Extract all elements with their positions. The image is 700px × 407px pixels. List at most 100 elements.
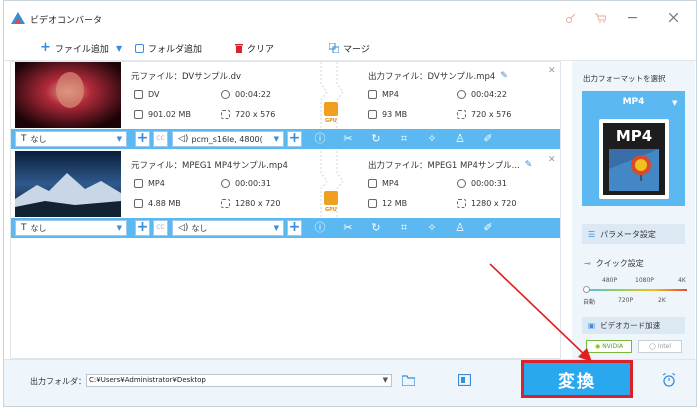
file-size-icon bbox=[368, 199, 377, 208]
add-folder-label: フォルダ追加 bbox=[148, 44, 203, 55]
add-subtitle-button[interactable]: + bbox=[135, 131, 150, 147]
watermark-icon[interactable]: ♙ bbox=[453, 132, 467, 146]
list-item[interactable]: 元ファイル：MPEG1 MP4サンプル.mp4 MP4 00:00:31 4.8… bbox=[11, 151, 560, 219]
cut-icon[interactable]: ✂ bbox=[341, 221, 355, 235]
resolution-icon bbox=[457, 199, 466, 208]
merge-label: マージ bbox=[343, 44, 370, 55]
quality-720p: 720P bbox=[618, 297, 634, 304]
audio-select[interactable]: ◁) pcm_s16le, 4800( ▼ bbox=[172, 131, 284, 147]
effect-icon[interactable]: ✧ bbox=[425, 221, 439, 235]
plus-icon: + bbox=[40, 40, 51, 55]
add-folder-button[interactable]: フォルダ追加 bbox=[135, 41, 202, 55]
source-size: 901.02 MB bbox=[134, 110, 191, 119]
file-size-icon bbox=[134, 110, 143, 119]
remove-item-icon[interactable]: ✕ bbox=[548, 66, 556, 76]
mp4-format-icon: MP4 bbox=[599, 119, 669, 199]
output-folder-label: 出力フォルダ： bbox=[30, 377, 86, 386]
add-file-label: ファイル追加 bbox=[54, 44, 109, 55]
output-duration: 00:00:31 bbox=[457, 179, 507, 188]
merge-button[interactable]: マージ bbox=[329, 41, 370, 55]
edit-icon[interactable]: ✎ bbox=[500, 71, 508, 81]
video-thumbnail[interactable] bbox=[15, 62, 121, 128]
crop-icon[interactable]: ⌗ bbox=[397, 221, 411, 235]
output-resolution: 1280 x 720 bbox=[457, 199, 516, 208]
gpu-label: GPU bbox=[325, 118, 337, 124]
list-item[interactable]: 元ファイル：DVサンプル.dv DV 00:04:22 901.02 MB 72… bbox=[11, 62, 560, 130]
gpu-chip-icon bbox=[324, 102, 338, 116]
edit-icon[interactable]: ✎ bbox=[525, 160, 533, 170]
quality-slider-track[interactable] bbox=[584, 289, 687, 291]
trash-icon bbox=[235, 44, 243, 53]
dropdown-arrow-icon: ▼ bbox=[116, 135, 122, 143]
convert-label: 変換 bbox=[558, 371, 596, 392]
subtitle-select[interactable]: T なし ▼ bbox=[15, 220, 127, 236]
intel-icon: ◯ bbox=[648, 343, 656, 350]
mp4-icon-text: MP4 bbox=[615, 127, 653, 145]
output-format-selector[interactable]: MP4 ▼ MP4 bbox=[582, 91, 685, 206]
cart-icon[interactable] bbox=[595, 13, 606, 23]
remove-item-icon[interactable]: ✕ bbox=[548, 155, 556, 165]
key-icon[interactable] bbox=[566, 13, 576, 23]
quality-1080p: 1080P bbox=[635, 277, 654, 284]
output-duration: 00:04:22 bbox=[457, 90, 507, 99]
video-thumbnail[interactable] bbox=[15, 151, 121, 217]
title-bar: ビデオコンバータ bbox=[4, 1, 696, 35]
output-folder-input[interactable]: C:¥Users¥Administrator¥Desktop ▼ bbox=[86, 374, 392, 387]
add-audio-button[interactable]: + bbox=[287, 220, 302, 236]
add-audio-button[interactable]: + bbox=[287, 131, 302, 147]
clear-button[interactable]: クリア bbox=[235, 41, 274, 55]
cut-icon[interactable]: ✂ bbox=[341, 132, 355, 146]
rotate-icon[interactable]: ↻ bbox=[369, 132, 383, 146]
output-format-title: 出力フォーマットを選択 bbox=[583, 74, 666, 83]
quality-480p: 480P bbox=[602, 277, 618, 284]
source-file-name: 元ファイル：DVサンプル.dv bbox=[131, 72, 242, 82]
subtitle-select[interactable]: T なし ▼ bbox=[15, 131, 127, 147]
edit-subtitle-icon[interactable]: ✐ bbox=[481, 132, 495, 146]
watermark-icon[interactable]: ♙ bbox=[453, 221, 467, 235]
cc-icon[interactable]: CC bbox=[153, 131, 168, 147]
source-resolution: 720 x 576 bbox=[221, 110, 275, 119]
output-format: MP4 bbox=[368, 179, 399, 188]
dropdown-arrow-icon: ▼ bbox=[116, 43, 123, 53]
source-duration: 00:04:22 bbox=[221, 90, 271, 99]
file-control-bar: T なし ▼ + CC ◁) なし ▼ + ⓘ ✂ ↻ ⌗ ✧ ♙ ✐ bbox=[11, 218, 560, 238]
subtitle-icon: T bbox=[21, 223, 27, 233]
clock-icon bbox=[457, 90, 466, 99]
close-icon[interactable] bbox=[669, 13, 678, 22]
source-resolution: 1280 x 720 bbox=[221, 199, 280, 208]
window-title: ビデオコンバータ bbox=[30, 16, 103, 26]
add-subtitle-button[interactable]: + bbox=[135, 220, 150, 236]
cc-icon[interactable]: CC bbox=[153, 220, 168, 236]
effect-icon[interactable]: ✧ bbox=[425, 132, 439, 146]
open-folder-icon[interactable] bbox=[402, 375, 415, 386]
dropdown-arrow-icon[interactable]: ▼ bbox=[383, 375, 388, 386]
add-file-dropdown[interactable]: ▼ bbox=[116, 41, 122, 55]
output-size: 93 MB bbox=[368, 110, 407, 119]
info-icon[interactable]: ⓘ bbox=[313, 132, 327, 146]
folder-settings-icon[interactable] bbox=[458, 374, 471, 386]
file-list: 元ファイル：DVサンプル.dv DV 00:04:22 901.02 MB 72… bbox=[10, 61, 561, 359]
crop-icon[interactable]: ⌗ bbox=[397, 132, 411, 146]
minimize-icon[interactable] bbox=[628, 17, 637, 19]
output-file-name: 出力ファイル：MPEG1 MP4サンプル... ✎ bbox=[368, 160, 533, 171]
add-file-button[interactable]: + ファイル追加 bbox=[40, 41, 109, 55]
subtitle-icon: T bbox=[21, 134, 27, 144]
alarm-clock-icon[interactable] bbox=[662, 373, 676, 387]
resolution-icon bbox=[457, 110, 466, 119]
quality-4k: 4K bbox=[678, 277, 686, 284]
dropdown-arrow-icon: ▼ bbox=[273, 224, 279, 232]
resolution-icon bbox=[221, 110, 230, 119]
main-toolbar: + ファイル追加 ▼ フォルダ追加 クリア マージ bbox=[4, 35, 696, 61]
info-icon[interactable]: ⓘ bbox=[313, 221, 327, 235]
format-icon bbox=[134, 90, 143, 99]
file-size-icon bbox=[134, 199, 143, 208]
audio-select[interactable]: ◁) なし ▼ bbox=[172, 220, 284, 236]
rotate-icon[interactable]: ↻ bbox=[369, 221, 383, 235]
clear-label: クリア bbox=[247, 44, 275, 55]
edit-subtitle-icon[interactable]: ✐ bbox=[481, 221, 495, 235]
parameter-settings-button[interactable]: ☰ パラメータ設定 bbox=[582, 224, 685, 244]
convert-button[interactable]: 変換 bbox=[521, 360, 633, 398]
gpu-label: GPU bbox=[325, 207, 337, 213]
clock-icon bbox=[221, 90, 230, 99]
intel-toggle[interactable]: ◯ Intel bbox=[638, 340, 682, 353]
